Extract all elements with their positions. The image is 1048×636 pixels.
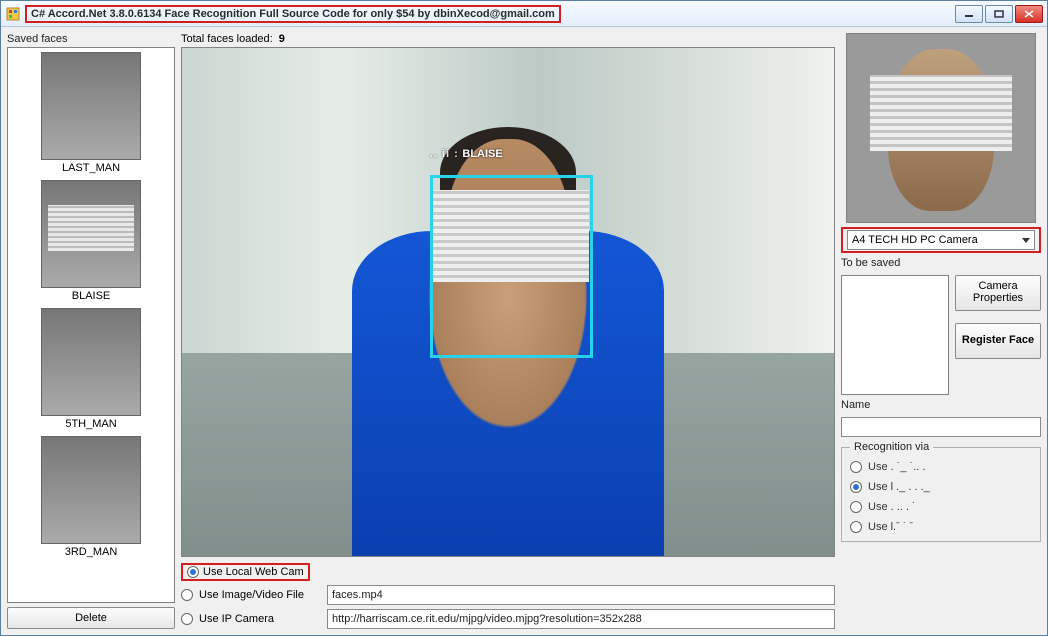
side-buttons: Camera Properties Register Face <box>955 275 1041 395</box>
recognition-group: Recognition via Use . ˙_ ˙.. . Use l ._ .… <box>841 441 1041 542</box>
recognition-option: Use . ˙_ ˙.. . <box>850 461 1032 473</box>
tosave-preview <box>841 275 949 395</box>
total-label: Total faces loaded: <box>181 33 273 45</box>
video-preview: .. ii : BLAISE <box>181 47 835 557</box>
saved-faces-panel: Saved faces LAST_MAN BLAISE 5TH_MAN 3RD_MAN… <box>7 33 175 629</box>
face-thumbnail <box>41 180 141 288</box>
source-local-radio[interactable] <box>187 566 199 578</box>
saved-faces-list[interactable]: LAST_MAN BLAISE 5TH_MAN 3RD_MAN <box>7 47 175 603</box>
camera-select[interactable]: A4 TECH HD PC Camera <box>847 230 1035 250</box>
tosave-label: To be saved <box>841 257 1041 269</box>
face-name-label: LAST_MAN <box>62 162 120 174</box>
app-window: C# Accord.Net 3.8.0.6134 Face Recognitio… <box>0 0 1048 636</box>
recognition-radio[interactable] <box>850 481 862 493</box>
source-file-input[interactable]: faces.mp4 <box>327 585 835 605</box>
face-item[interactable]: LAST_MAN <box>12 52 170 174</box>
recognition-radio[interactable] <box>850 461 862 473</box>
detection-label: .. ii : BLAISE <box>430 145 503 160</box>
chevron-down-icon <box>1022 238 1030 243</box>
recognition-option: Use l ._ . . ._ <box>850 481 1032 493</box>
source-local-label: Use Local Web Cam <box>203 566 304 578</box>
delete-button[interactable]: Delete <box>7 607 175 629</box>
name-label: Name <box>841 399 1041 411</box>
source-options: Use Local Web Cam Use Image/Video File f… <box>181 563 835 629</box>
recognition-radio[interactable] <box>850 521 862 533</box>
close-button[interactable] <box>1015 5 1043 23</box>
recognition-option: Use . .. . ˙ <box>850 501 1032 513</box>
tosave-row: Camera Properties Register Face <box>841 275 1041 395</box>
title-highlight: C# Accord.Net 3.8.0.6134 Face Recognitio… <box>25 5 561 23</box>
recognition-radio[interactable] <box>850 501 862 513</box>
face-name-label: 3RD_MAN <box>65 546 118 558</box>
register-face-button[interactable]: Register Face <box>955 323 1041 359</box>
client-area: Saved faces LAST_MAN BLAISE 5TH_MAN 3RD_MAN… <box>1 27 1047 635</box>
source-ip-radio[interactable] <box>181 613 193 625</box>
minimize-button[interactable] <box>955 5 983 23</box>
source-local-highlight: Use Local Web Cam <box>181 563 310 581</box>
app-icon <box>5 6 21 22</box>
window-title: C# Accord.Net 3.8.0.6134 Face Recognitio… <box>31 8 555 20</box>
recognition-option-label: Use l.ˉ ˙ ˉ <box>868 521 913 533</box>
right-panel: A4 TECH HD PC Camera To be saved Camera … <box>841 33 1041 629</box>
source-local-row: Use Local Web Cam <box>181 563 835 581</box>
titlebar: C# Accord.Net 3.8.0.6134 Face Recognitio… <box>1 1 1047 27</box>
face-preview <box>846 33 1036 223</box>
recognition-option-label: Use . ˙_ ˙.. . <box>868 461 925 473</box>
source-file-radio[interactable] <box>181 589 193 601</box>
main-panel: Total faces loaded: 9 .. ii : BLAISE Use… <box>181 33 835 629</box>
source-ip-row: Use IP Camera http://harriscam.ce.rit.ed… <box>181 609 835 629</box>
name-input[interactable] <box>841 417 1041 437</box>
camera-selected-value: A4 TECH HD PC Camera <box>852 234 978 246</box>
face-thumbnail <box>41 308 141 416</box>
face-item[interactable]: 3RD_MAN <box>12 436 170 558</box>
total-row: Total faces loaded: 9 <box>181 33 835 45</box>
total-value: 9 <box>279 33 285 45</box>
censor-overlay <box>433 190 589 281</box>
recognition-option-label: Use l ._ . . ._ <box>868 481 930 493</box>
source-ip-input[interactable]: http://harriscam.ce.rit.edu/mjpg/video.m… <box>327 609 835 629</box>
source-ip-label: Use IP Camera <box>199 613 321 625</box>
source-file-row: Use Image/Video File faces.mp4 <box>181 585 835 605</box>
camera-properties-button[interactable]: Camera Properties <box>955 275 1041 311</box>
saved-faces-label: Saved faces <box>7 33 175 45</box>
recognition-legend: Recognition via <box>850 441 933 453</box>
source-file-label: Use Image/Video File <box>199 589 321 601</box>
face-name-label: BLAISE <box>72 290 111 302</box>
face-thumbnail <box>41 436 141 544</box>
maximize-button[interactable] <box>985 5 1013 23</box>
face-thumbnail <box>41 52 141 160</box>
face-item[interactable]: 5TH_MAN <box>12 308 170 430</box>
face-item[interactable]: BLAISE <box>12 180 170 302</box>
recognition-option-label: Use . .. . ˙ <box>868 501 916 513</box>
recognition-options: Use . ˙_ ˙.. . Use l ._ . . ._ Use . .. . … <box>850 461 1032 533</box>
recognition-option: Use l.ˉ ˙ ˉ <box>850 521 1032 533</box>
face-name-label: 5TH_MAN <box>65 418 116 430</box>
camera-select-highlight: A4 TECH HD PC Camera <box>841 227 1041 253</box>
